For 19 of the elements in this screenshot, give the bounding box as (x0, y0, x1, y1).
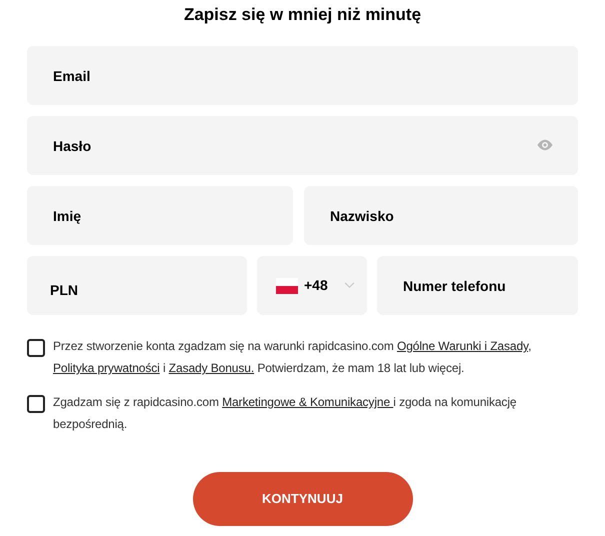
consent-text: Zgadzam się z rapidcasino.com Marketingowe & Komunikacyjne i zgoda na komunikację bezpośrednią. (53, 394, 518, 433)
terms-link[interactable]: Ogólne Warunki i Zasady (396, 339, 528, 353)
checkbox[interactable] (27, 339, 45, 357)
currency-field[interactable]: PLN (27, 256, 247, 315)
consent-text: Przez stworzenie konta zgadzam się na warunki rapidcasino.com Ogólne Warunki i Zasady, Polityka prywatności i Zasady Bonusu. Potwierdzam, że mam 18 lat lub więcej. (53, 338, 532, 377)
input-field[interactable]: Nazwisko (304, 186, 578, 245)
input-field[interactable]: Numer telefonu (377, 256, 578, 315)
form-title: Zapisz się w mniej niż minutę (184, 4, 422, 26)
checkbox[interactable] (27, 395, 45, 413)
terms-link[interactable]: Marketingowe & Komunikacyjne (222, 395, 394, 409)
terms-link[interactable]: Zasady Bonusu. (168, 361, 254, 375)
continue-button[interactable]: KONTYNUUJ (192, 472, 412, 526)
password-field[interactable]: Hasło (27, 116, 578, 175)
caret-icon (344, 282, 355, 289)
input-field[interactable]: Imię (27, 186, 293, 245)
country-code-select[interactable]: +48 (257, 256, 367, 315)
input-field[interactable]: Email (27, 46, 578, 105)
flag-icon (276, 278, 298, 294)
terms-link[interactable]: Polityka prywatności (53, 361, 160, 375)
